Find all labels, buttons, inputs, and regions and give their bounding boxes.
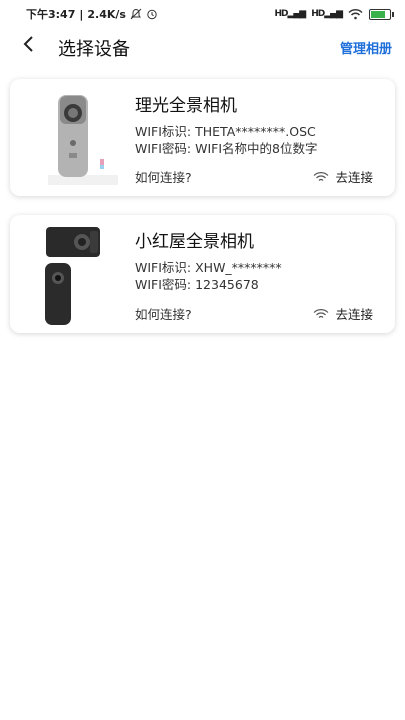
status-speed: 2.4K/s — [87, 7, 126, 21]
alarm-icon — [147, 9, 157, 20]
manage-album-button[interactable]: 管理相册 — [340, 38, 392, 57]
device-name: 小红屋全景相机 — [135, 232, 254, 252]
signal-icon-2: HD▂▄▆ — [311, 9, 343, 19]
mute-bell-icon — [130, 8, 142, 20]
status-time: 下午3:47 — [26, 8, 76, 21]
battery-fill — [371, 10, 385, 18]
wifi-icon — [314, 171, 329, 181]
status-bar: 下午3:47 | 2.4K/s HD▂▄▆ HD▂▄▆ — [0, 0, 405, 28]
app-header: 选择设备 管理相册 — [0, 30, 405, 64]
wifi-icon — [314, 308, 329, 318]
wifi-icon — [348, 8, 363, 20]
connect-button[interactable]: 去连接 — [313, 304, 373, 323]
signal-label-1: HD — [274, 9, 288, 19]
signal-icon-1: HD▂▄▆ — [274, 9, 306, 19]
how-to-connect-link[interactable]: 如何连接? — [135, 167, 192, 186]
status-separator: | — [79, 7, 84, 21]
connect-label: 去连接 — [335, 307, 373, 322]
how-to-connect-link[interactable]: 如何连接? — [135, 304, 192, 323]
wifi-password-text: WIFI密码: 12345678 — [135, 277, 259, 292]
signal-label-2: HD — [311, 9, 325, 19]
wifi-password-text: WIFI密码: WIFI名称中的8位数字 — [135, 141, 318, 156]
xhw-camera-image — [45, 227, 100, 325]
page-title: 选择设备 — [58, 39, 130, 60]
device-card-ricoh[interactable]: 理光全景相机 WIFI标识: THETA********.OSC WIFI密码:… — [10, 79, 395, 196]
chevron-left-icon — [23, 36, 33, 52]
connect-label: 去连接 — [335, 170, 373, 185]
device-card-xhw[interactable]: 小红屋全景相机 WIFI标识: XHW_******** WIFI密码: 123… — [10, 215, 395, 333]
status-left: 下午3:47 | 2.4K/s — [26, 6, 158, 22]
back-button[interactable] — [22, 34, 36, 60]
battery-icon — [369, 8, 394, 20]
ricoh-camera-image — [48, 95, 118, 185]
status-right: HD▂▄▆ HD▂▄▆ — [274, 8, 394, 20]
connect-button[interactable]: 去连接 — [313, 167, 373, 186]
device-name: 理光全景相机 — [135, 96, 237, 116]
